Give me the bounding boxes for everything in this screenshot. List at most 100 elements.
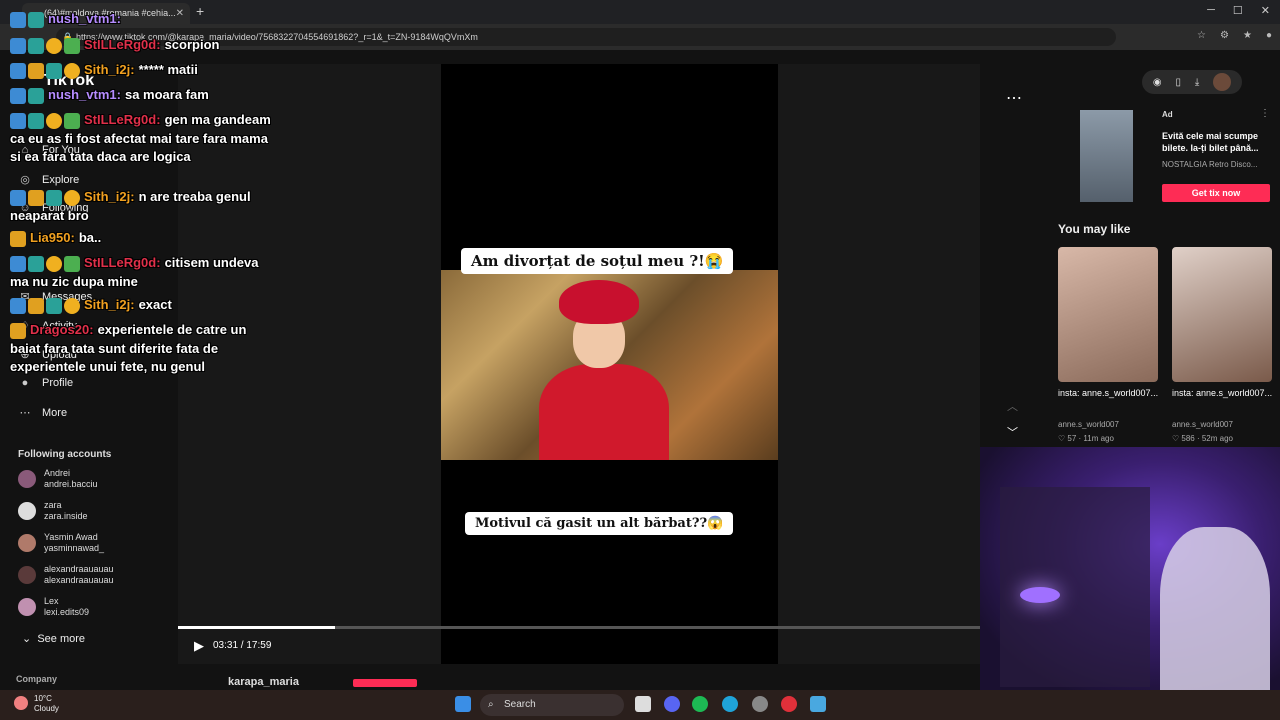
temperature: 10°C — [34, 694, 52, 703]
nav-label: Profile — [42, 377, 74, 389]
webcam-overlay — [980, 447, 1280, 690]
chat-message: Sith_i2j: n are treaba genul neaparat bro — [10, 188, 280, 225]
thumbnail-stats: ♡ 586 · 52m ago — [1172, 434, 1233, 443]
video-thumbnail[interactable] — [1172, 247, 1272, 382]
chat-user: Lia950: — [30, 230, 75, 245]
account-handle: alexandraauauau — [44, 575, 114, 585]
more-options-icon[interactable]: ⋮ — [1260, 108, 1270, 119]
following-accounts-heading: Following accounts — [18, 449, 112, 460]
live-icon[interactable]: ◉ — [1153, 77, 1162, 88]
download-icon[interactable]: ⤓ — [1195, 77, 1199, 88]
chat-user: Dragos20: — [30, 322, 94, 337]
chat-user: Sith_i2j: — [84, 189, 135, 204]
account-item[interactable]: zara zara.inside — [18, 500, 88, 522]
thumbnail-title[interactable]: insta: anne.s_world007... — [1058, 386, 1162, 401]
compass-icon: ◎ — [20, 174, 30, 186]
more-options-icon[interactable]: ⋯ — [1006, 88, 1022, 108]
profile-icon[interactable]: ● — [1266, 30, 1272, 41]
search-icon: ⌕ — [488, 699, 494, 710]
minimize-icon[interactable]: ─ — [1207, 4, 1215, 17]
more-icon: ⋯ — [19, 407, 31, 419]
device-icon[interactable]: ▯ — [1175, 77, 1181, 88]
weather-widget[interactable]: 10°C Cloudy — [34, 694, 59, 714]
see-more-button[interactable]: ⌄ See more — [22, 632, 85, 645]
chat-user: StILLeRg0d: — [84, 255, 161, 270]
chat-message: Sith_i2j: exact — [10, 296, 280, 315]
shelf — [1000, 487, 1150, 687]
chat-text: ***** matii — [138, 62, 198, 77]
you-may-like-heading: You may like — [1058, 222, 1131, 236]
close-window-icon[interactable]: ✕ — [1261, 4, 1270, 17]
video-caption-top: Am divorțat de soțul meu ?!😭 — [461, 248, 734, 274]
task-view-icon[interactable] — [635, 696, 651, 712]
chat-message: StILLeRg0d: gen ma gandeam ca eu as fi fo… — [10, 111, 280, 166]
chat-message: nush_vtm1: — [10, 10, 280, 29]
start-icon[interactable] — [455, 696, 471, 712]
account-name: Andrei — [44, 468, 71, 478]
thumbnail-handle[interactable]: anne.s_world007 — [1172, 420, 1233, 429]
window-controls: ─ ☐ ✕ — [1207, 4, 1270, 17]
video-thumbnail[interactable] — [1058, 247, 1158, 382]
weather-condition: Cloudy — [34, 704, 59, 713]
chat-user: Sith_i2j: — [84, 62, 135, 77]
author-name[interactable]: karapa_maria — [228, 676, 299, 688]
account-handle: zara.inside — [44, 511, 88, 521]
chat-user: StILLeRg0d: — [84, 112, 161, 127]
account-handle: yasminnawad_ — [44, 543, 105, 553]
ad-image[interactable] — [1080, 110, 1133, 202]
spotify-icon[interactable] — [692, 696, 708, 712]
app-window-icon[interactable] — [810, 696, 826, 712]
account-item[interactable]: Yasmin Awad yasminnawad_ — [18, 532, 104, 554]
play-icon[interactable]: ▶ — [194, 638, 204, 654]
nav-more[interactable]: ⋯ More — [18, 406, 68, 420]
avatar — [18, 502, 36, 520]
extensions-icon[interactable]: ⚙ — [1220, 30, 1229, 41]
follow-button[interactable] — [353, 679, 417, 687]
weather-icon[interactable] — [14, 696, 28, 710]
chat-text: sa moara fam — [124, 87, 209, 102]
star-icon[interactable]: ☆ — [1197, 30, 1206, 41]
thumbnail-stats: ♡ 57 · 11m ago — [1058, 434, 1114, 443]
chevron-down-icon: ⌄ — [22, 633, 32, 645]
favorites-icon[interactable]: ★ — [1243, 30, 1252, 41]
thumbnail-handle[interactable]: anne.s_world007 — [1058, 420, 1119, 429]
progress-bar[interactable] — [178, 626, 980, 629]
video-frame[interactable]: Am divorțat de soțul meu ?!😭 Motivul că … — [441, 64, 778, 664]
previous-video-icon[interactable]: ︿ — [1007, 398, 1018, 414]
account-item[interactable]: alexandraauauau alexandraauauau — [18, 564, 114, 586]
chat-text: scorpion — [164, 37, 220, 52]
screen: (64)#moldova #romania #cehia... ✕ + ─ ☐ … — [0, 0, 1280, 720]
red-coat — [539, 364, 669, 460]
account-item[interactable]: Andrei andrei.bacciu — [18, 468, 98, 490]
lamp — [1020, 587, 1060, 603]
taskbar: 10°C Cloudy ⌕ Search — [0, 690, 1280, 720]
nav-label: Explore — [42, 173, 80, 186]
get-tix-button[interactable]: Get tix now — [1162, 184, 1270, 202]
chat-user: nush_vtm1: — [48, 87, 121, 102]
edge-icon[interactable] — [722, 696, 738, 712]
search-label: Search — [504, 699, 536, 710]
discord-icon[interactable] — [664, 696, 680, 712]
video-player[interactable]: Am divorțat de soțul meu ?!😭 Motivul că … — [178, 64, 1022, 688]
progress-fill — [178, 626, 336, 629]
obs-icon[interactable] — [781, 696, 797, 712]
nav-label: More — [42, 406, 68, 419]
chat-message: Lia950: ba.. — [10, 229, 280, 248]
account-item[interactable]: Lex lexi.edits09 — [18, 596, 89, 618]
taskbar-search[interactable]: ⌕ Search — [480, 694, 624, 716]
app-icon[interactable] — [752, 696, 768, 712]
time-display: 03:31 / 17:59 — [213, 640, 272, 651]
chat-user: Sith_i2j: — [84, 297, 135, 312]
next-video-icon[interactable]: ﹀ — [1007, 424, 1018, 440]
company-link[interactable]: Company — [16, 674, 57, 684]
account-handle: andrei.bacciu — [44, 479, 98, 489]
user-avatar[interactable] — [1213, 73, 1232, 91]
thumbnail-title[interactable]: insta: anne.s_world007... — [1172, 386, 1276, 401]
maximize-icon[interactable]: ☐ — [1233, 4, 1243, 17]
top-toolbar: ◉ ▯ ⤓ — [1142, 70, 1242, 94]
nav-profile[interactable]: ● Profile — [18, 377, 74, 389]
nav-explore[interactable]: ◎ Explore — [18, 173, 80, 187]
avatar — [18, 566, 36, 584]
woman-figure — [529, 280, 679, 460]
chat-user: nush_vtm1: — [48, 11, 121, 26]
